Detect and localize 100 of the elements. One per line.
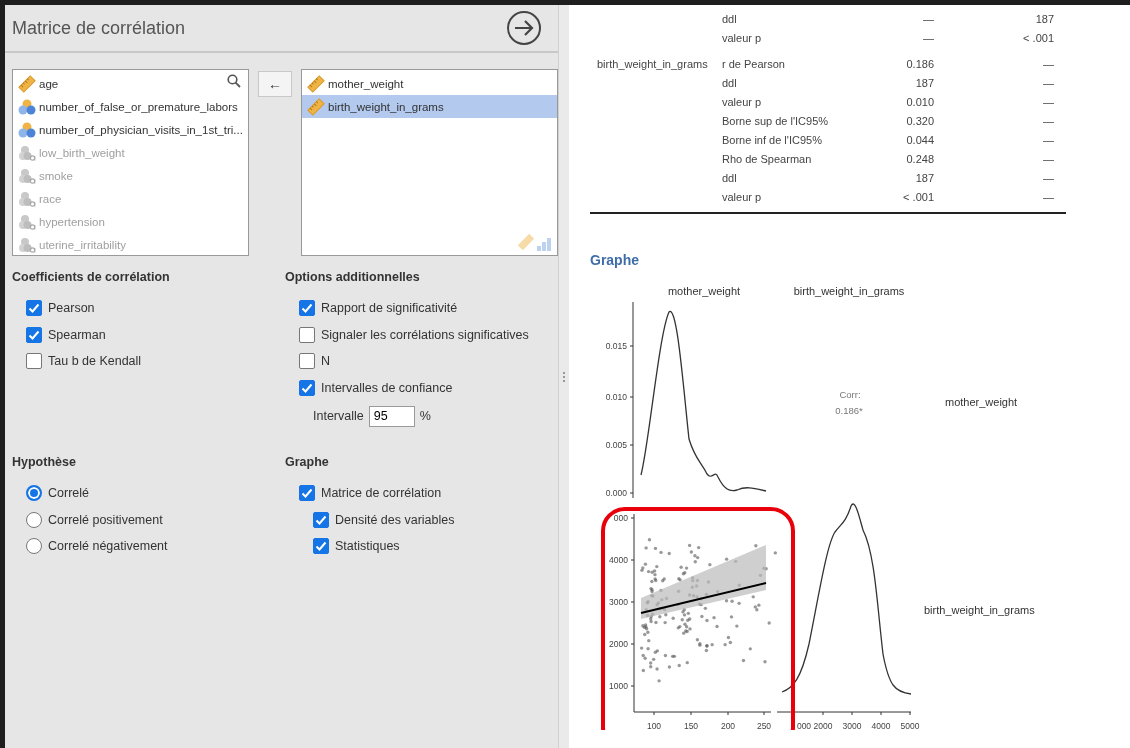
radio-button[interactable] bbox=[26, 538, 42, 555]
table-cell: birth_weight_in_grams bbox=[597, 58, 708, 70]
radio-label[interactable]: Correlé négativement bbox=[48, 539, 168, 554]
axis-tick-label: 250 bbox=[756, 721, 772, 730]
move-variable-button[interactable]: ← bbox=[258, 71, 292, 97]
axis-tick-label: 100 bbox=[646, 721, 662, 730]
table-cell-text: Rho de Spearman bbox=[722, 152, 813, 167]
axis-tick-label: 0.015 bbox=[605, 341, 627, 351]
checkbox-label[interactable]: N bbox=[321, 354, 331, 369]
axis-tick-label: 0.000 bbox=[605, 488, 627, 498]
circles-icon bbox=[18, 120, 36, 139]
correlation-label: Corr: bbox=[839, 389, 861, 400]
table-cell-text: valeur p bbox=[722, 95, 763, 110]
panel-title: Matrice de corrélation bbox=[12, 17, 186, 39]
table-cell-text: — bbox=[1042, 152, 1054, 167]
search-icon[interactable] bbox=[227, 74, 241, 88]
circles-icon bbox=[18, 212, 36, 231]
table-cell-text: 187 bbox=[914, 76, 934, 91]
variable-item[interactable]: number_of_false_or_premature_labors bbox=[13, 95, 248, 118]
checkbox[interactable] bbox=[299, 379, 315, 396]
axis-tick-label: 2000 bbox=[609, 639, 628, 649]
checkbox-label[interactable]: Matrice de corrélation bbox=[321, 486, 442, 501]
table-cell-text: 0.044 bbox=[905, 133, 934, 148]
section-heading: Hypothèse bbox=[12, 455, 77, 471]
radio-label[interactable]: Correlé bbox=[48, 486, 89, 501]
run-arrow-button[interactable] bbox=[506, 10, 542, 46]
axis-tick-label: 150 bbox=[683, 721, 699, 730]
checkbox-label[interactable]: Signaler les corrélations significatives bbox=[321, 327, 529, 342]
variable-item[interactable]: age bbox=[13, 72, 248, 95]
checkbox-label[interactable]: Statistiques bbox=[335, 539, 400, 554]
radio-button[interactable] bbox=[26, 511, 42, 528]
axis-tick-label: 200 bbox=[720, 721, 736, 730]
radio-label[interactable]: Correlé positivement bbox=[48, 512, 163, 527]
radio-button[interactable] bbox=[26, 485, 42, 502]
column-header: birth_weight_in_grams bbox=[793, 285, 905, 297]
table-cell-text: — bbox=[1042, 76, 1054, 91]
variable-item[interactable]: birth_weight_in_grams bbox=[302, 95, 557, 118]
checkbox-label[interactable]: Intervalles de confiance bbox=[321, 380, 453, 395]
circles-icon bbox=[18, 235, 36, 254]
axis-tick-label: 1000 bbox=[609, 681, 628, 691]
circles-icon bbox=[18, 189, 36, 208]
table-cell-text: — bbox=[922, 12, 934, 27]
table-cell-text: valeur p bbox=[722, 190, 763, 205]
axis-tick-label: 4000 bbox=[871, 721, 891, 730]
checkbox-label[interactable]: Densité des variables bbox=[335, 512, 455, 527]
table-cell-text: — bbox=[1042, 190, 1054, 205]
table-cell-text: 187 bbox=[1034, 12, 1054, 27]
circles-icon bbox=[18, 143, 36, 162]
table-cell-text: Borne inf de l'IC95% bbox=[722, 133, 823, 148]
splitter-handle[interactable] bbox=[558, 5, 569, 748]
table-cell-text: — bbox=[1042, 171, 1054, 186]
table-cell-text: 0.320 bbox=[905, 114, 934, 129]
table-cell-text: 187 bbox=[914, 171, 934, 186]
axis-tick-label: 2000 bbox=[813, 721, 833, 730]
axis-tick-label: 3000 bbox=[842, 721, 862, 730]
section-heading: Graphe bbox=[285, 455, 330, 471]
table-cell-text: ddl bbox=[722, 12, 738, 27]
column-header: mother_weight bbox=[667, 285, 741, 297]
checkbox[interactable] bbox=[313, 511, 329, 528]
circles-icon bbox=[18, 97, 36, 116]
table-cell-text: — bbox=[1042, 133, 1054, 148]
checkbox-label[interactable]: Rapport de significativité bbox=[321, 301, 458, 316]
checkbox[interactable] bbox=[299, 326, 315, 343]
correlation-value: 0.186* bbox=[835, 405, 863, 416]
axis-tick-label: 0.010 bbox=[605, 392, 627, 402]
checkbox[interactable] bbox=[26, 353, 42, 370]
checkbox-label[interactable]: Tau b de Kendall bbox=[48, 354, 142, 369]
table-cell-text: ddl bbox=[722, 76, 738, 91]
axis-tick-label: 000 bbox=[796, 721, 812, 730]
bar-chart-icon bbox=[537, 237, 552, 251]
table-cell-text: — bbox=[1042, 57, 1054, 72]
checkbox[interactable] bbox=[26, 326, 42, 343]
circles-icon bbox=[18, 166, 36, 185]
interval-field[interactable]: 95 bbox=[368, 405, 415, 427]
checkbox-label[interactable]: Pearson bbox=[48, 301, 95, 316]
table-cell-text: 0.010 bbox=[905, 95, 934, 110]
variable-item[interactable]: number_of_physician_visits_in_1st_tri... bbox=[13, 118, 248, 141]
table-cell-text: r de Pearson bbox=[722, 57, 786, 72]
section-heading: Coefficients de corrélation bbox=[12, 270, 171, 286]
variable-item[interactable]: mother_weight bbox=[302, 72, 557, 95]
table-cell-text: < .001 bbox=[902, 190, 934, 205]
checkbox[interactable] bbox=[26, 300, 42, 317]
row-header: mother_weight bbox=[945, 396, 1018, 408]
field-label: Intervalle bbox=[313, 409, 364, 423]
axis-tick-label: 3000 bbox=[609, 597, 628, 607]
checkbox[interactable] bbox=[299, 300, 315, 317]
section-heading: Graphe bbox=[590, 252, 640, 270]
checkbox-label[interactable]: Spearman bbox=[48, 327, 106, 342]
axis-tick-label: 0.005 bbox=[605, 440, 627, 450]
axis-tick-label: 000 bbox=[613, 513, 628, 523]
axis-tick-label: 4000 bbox=[609, 555, 628, 565]
section-heading: Options additionnelles bbox=[285, 270, 421, 286]
row-header: birth_weight_in_grams bbox=[924, 604, 1035, 616]
table-cell-text: — bbox=[1042, 95, 1054, 110]
checkbox[interactable] bbox=[299, 353, 315, 370]
checkbox[interactable] bbox=[299, 485, 315, 502]
table-cell-text: valeur p bbox=[722, 31, 763, 46]
checkbox[interactable] bbox=[313, 538, 329, 555]
table-cell-text: — bbox=[1042, 114, 1054, 129]
table-cell-text: ddl bbox=[722, 171, 738, 186]
